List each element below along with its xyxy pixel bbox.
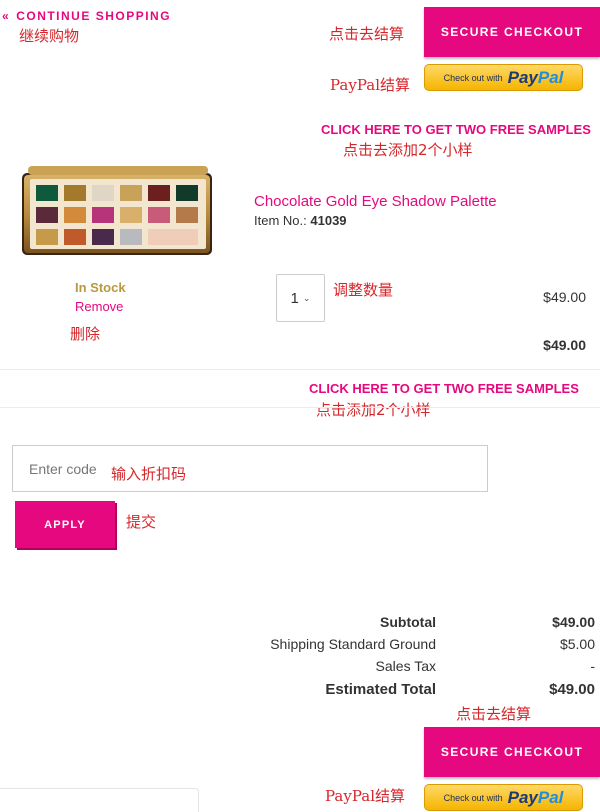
line-total: $49.00 xyxy=(543,337,586,353)
eyeshadow-palette-illustration xyxy=(22,166,212,255)
shipping-value: $5.00 xyxy=(559,636,595,652)
free-samples-link-middle[interactable]: CLICK HERE TO GET TWO FREE SAMPLES xyxy=(309,381,579,396)
annotation-continue: 继续购物 xyxy=(19,27,80,45)
paypal-checkout-button-top[interactable]: Check out with PayPal xyxy=(424,64,583,91)
sales-tax-value: - xyxy=(590,658,595,674)
promo-code-input[interactable]: Enter code xyxy=(12,445,488,492)
free-samples-link-top[interactable]: CLICK HERE TO GET TWO FREE SAMPLES xyxy=(321,122,591,137)
estimated-total-value: $49.00 xyxy=(549,681,595,698)
secure-checkout-button-top[interactable]: SECURE CHECKOUT xyxy=(424,7,600,57)
divider xyxy=(0,369,600,370)
remove-link[interactable]: Remove xyxy=(75,299,123,314)
annotation-checkout-bottom: 点击去结算 xyxy=(456,705,532,723)
annotation-paypal-top: PayPal结算 xyxy=(330,76,410,94)
quantity-value: 1 xyxy=(290,289,299,307)
sales-tax-label: Sales Tax xyxy=(375,658,436,674)
apply-button[interactable]: APPLY xyxy=(15,501,115,548)
paypal-prefix: Check out with xyxy=(443,72,503,83)
quantity-select[interactable]: 1 ⌄ xyxy=(276,274,325,322)
continue-shopping-link[interactable]: « CONTINUE SHOPPING xyxy=(2,9,171,23)
item-number-label: Item No.: xyxy=(254,213,307,228)
unit-price: $49.00 xyxy=(543,289,586,305)
secure-checkout-button-bottom[interactable]: SECURE CHECKOUT xyxy=(424,727,600,777)
stock-status: In Stock xyxy=(75,280,126,295)
annotation-remove: 删除 xyxy=(70,325,101,343)
footer-panel xyxy=(0,788,199,812)
estimated-total-label: Estimated Total xyxy=(325,681,436,698)
secure-checkout-label: SECURE CHECKOUT xyxy=(440,745,584,759)
double-chevron-left-icon: « xyxy=(2,9,11,23)
paypal-logo: PayPal xyxy=(507,67,564,87)
annotation-quantity: 调整数量 xyxy=(333,281,394,299)
paypal-logo: PayPal xyxy=(507,787,564,807)
item-number-value: 41039 xyxy=(310,213,347,228)
shipping-label: Shipping Standard Ground xyxy=(270,636,436,652)
paypal-checkout-button-bottom[interactable]: Check out with PayPal xyxy=(424,784,583,811)
annotation-samples-top: 点击去添加2个小样 xyxy=(343,141,473,159)
divider xyxy=(0,407,600,408)
annotation-code: 输入折扣码 xyxy=(111,465,187,483)
subtotal-value: $49.00 xyxy=(552,614,595,630)
annotation-paypal-bottom: PayPal结算 xyxy=(325,787,405,805)
product-name-link[interactable]: Chocolate Gold Eye Shadow Palette xyxy=(254,193,497,210)
promo-code-placeholder: Enter code xyxy=(29,460,97,477)
secure-checkout-label: SECURE CHECKOUT xyxy=(440,25,584,39)
product-image[interactable] xyxy=(22,163,212,258)
item-number: Item No.: 41039 xyxy=(254,213,347,228)
paypal-prefix: Check out with xyxy=(443,792,503,803)
continue-shopping-label: CONTINUE SHOPPING xyxy=(16,9,172,23)
chevron-down-icon: ⌄ xyxy=(302,292,311,303)
subtotal-label: Subtotal xyxy=(380,614,436,630)
annotation-samples-middle: 点击添加2个小样 xyxy=(316,401,431,419)
annotation-checkout-top: 点击去结算 xyxy=(329,25,405,43)
annotation-apply: 提交 xyxy=(126,513,157,531)
apply-label: APPLY xyxy=(44,518,86,531)
